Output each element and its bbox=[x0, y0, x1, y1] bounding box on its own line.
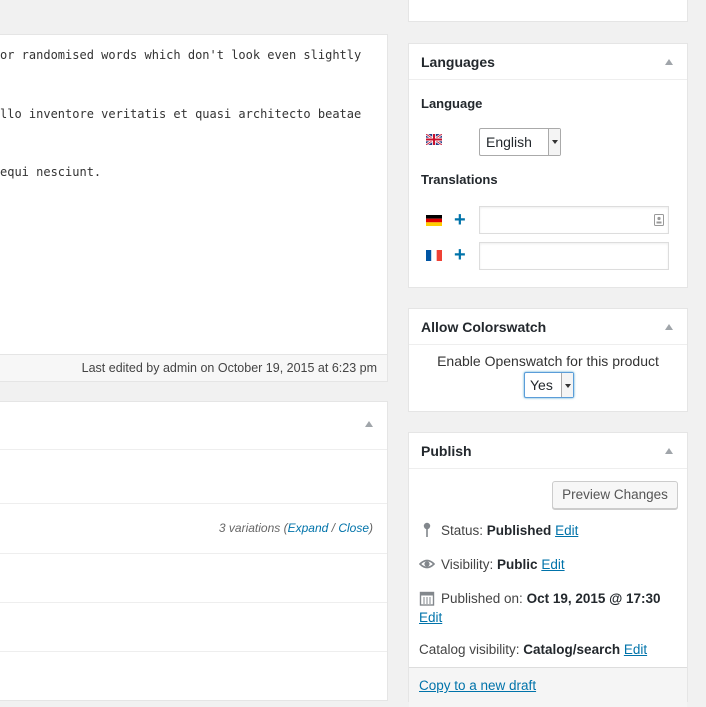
chevron-down-icon bbox=[548, 129, 560, 155]
collapse-toggle-icon[interactable] bbox=[665, 324, 673, 330]
colorswatch-box-header[interactable]: Allow Colorswatch bbox=[409, 309, 687, 345]
collapse-toggle-icon[interactable] bbox=[665, 59, 673, 65]
contact-card-icon bbox=[654, 214, 664, 226]
openswatch-select[interactable]: Yes bbox=[524, 372, 574, 398]
catalog-visibility-row: Catalog visibility: Catalog/search Edit bbox=[419, 642, 647, 657]
visibility-row: Visibility: Public Edit bbox=[419, 556, 565, 572]
publish-actions-bar: Copy to a new draft bbox=[409, 667, 687, 707]
catalog-visibility-label: Catalog visibility: bbox=[419, 642, 524, 657]
edit-catalog-visibility-link[interactable]: Edit bbox=[624, 642, 647, 657]
status-value: Published bbox=[486, 523, 552, 538]
variations-count: 3 variations (Expand / Close) bbox=[219, 521, 373, 535]
pin-icon bbox=[423, 522, 431, 537]
editor-line: or randomised words which don't look eve… bbox=[0, 48, 362, 62]
content-editor[interactable]: or randomised words which don't look eve… bbox=[0, 34, 388, 382]
eye-icon bbox=[419, 559, 435, 569]
editor-line: equi nesciunt. bbox=[0, 165, 102, 179]
publish-box: Publish Preview Changes Status: Publishe… bbox=[408, 432, 688, 707]
status-row: Status: Published Edit bbox=[419, 522, 578, 538]
close-link[interactable]: Close bbox=[338, 521, 369, 535]
languages-box: Languages Language English Translations … bbox=[408, 43, 688, 288]
language-label: Language bbox=[421, 96, 483, 111]
collapse-toggle-icon[interactable] bbox=[665, 448, 673, 454]
visibility-label: Visibility: bbox=[441, 557, 498, 572]
translation-de-input[interactable] bbox=[479, 206, 669, 234]
publish-box-header[interactable]: Publish bbox=[409, 433, 687, 469]
published-on-value: Oct 19, 2015 @ 17:30 bbox=[526, 591, 661, 606]
openswatch-select-value: Yes bbox=[530, 377, 553, 393]
chevron-down-icon bbox=[561, 373, 573, 397]
visibility-value: Public bbox=[497, 557, 538, 572]
last-edited-status: Last edited by admin on October 19, 2015… bbox=[0, 354, 387, 381]
panel-row bbox=[0, 651, 387, 702]
languages-box-header[interactable]: Languages bbox=[409, 44, 687, 80]
translations-label: Translations bbox=[421, 172, 498, 187]
language-select[interactable]: English bbox=[479, 128, 561, 156]
french-flag-icon bbox=[426, 250, 442, 261]
published-on-row: Published on: Oct 19, 2015 @ 17:30 bbox=[419, 590, 661, 606]
variations-count-text: 3 variations ( bbox=[218, 521, 288, 535]
colorswatch-title: Allow Colorswatch bbox=[421, 319, 547, 335]
languages-title: Languages bbox=[421, 54, 495, 70]
colorswatch-box: Allow Colorswatch Enable Openswatch for … bbox=[408, 308, 688, 412]
calendar-icon bbox=[419, 591, 435, 606]
separator: / bbox=[328, 521, 339, 535]
variations-row: 3 variations (Expand / Close) bbox=[0, 503, 387, 553]
status-label: Status: bbox=[441, 523, 487, 538]
publish-title: Publish bbox=[421, 443, 472, 459]
panel-row bbox=[0, 602, 387, 651]
published-on-label: Published on: bbox=[441, 591, 527, 606]
preview-changes-button[interactable]: Preview Changes bbox=[552, 481, 678, 509]
add-translation-fr-icon[interactable]: + bbox=[454, 245, 466, 265]
panel-row bbox=[0, 449, 387, 503]
collapse-toggle-icon[interactable] bbox=[365, 421, 373, 427]
translation-fr-input[interactable] bbox=[479, 242, 669, 270]
catalog-visibility-value: Catalog/search bbox=[523, 642, 621, 657]
openswatch-label: Enable Openswatch for this product bbox=[437, 353, 659, 369]
product-data-panel: 3 variations (Expand / Close) bbox=[0, 401, 388, 701]
german-flag-icon bbox=[426, 215, 442, 226]
uk-flag-icon bbox=[426, 134, 442, 145]
edit-date-link[interactable]: Edit bbox=[419, 610, 442, 625]
copy-to-new-draft-link[interactable]: Copy to a new draft bbox=[419, 678, 536, 693]
add-translation-de-icon[interactable]: + bbox=[454, 210, 466, 230]
edit-visibility-link[interactable]: Edit bbox=[541, 557, 564, 572]
sidebar-top-box bbox=[408, 0, 688, 22]
close-paren: ) bbox=[369, 521, 373, 535]
panel-row bbox=[0, 553, 387, 602]
edit-status-link[interactable]: Edit bbox=[555, 523, 578, 538]
expand-link[interactable]: Expand bbox=[288, 521, 329, 535]
editor-line: llo inventore veritatis et quasi archite… bbox=[0, 107, 362, 121]
language-select-value: English bbox=[486, 134, 532, 150]
